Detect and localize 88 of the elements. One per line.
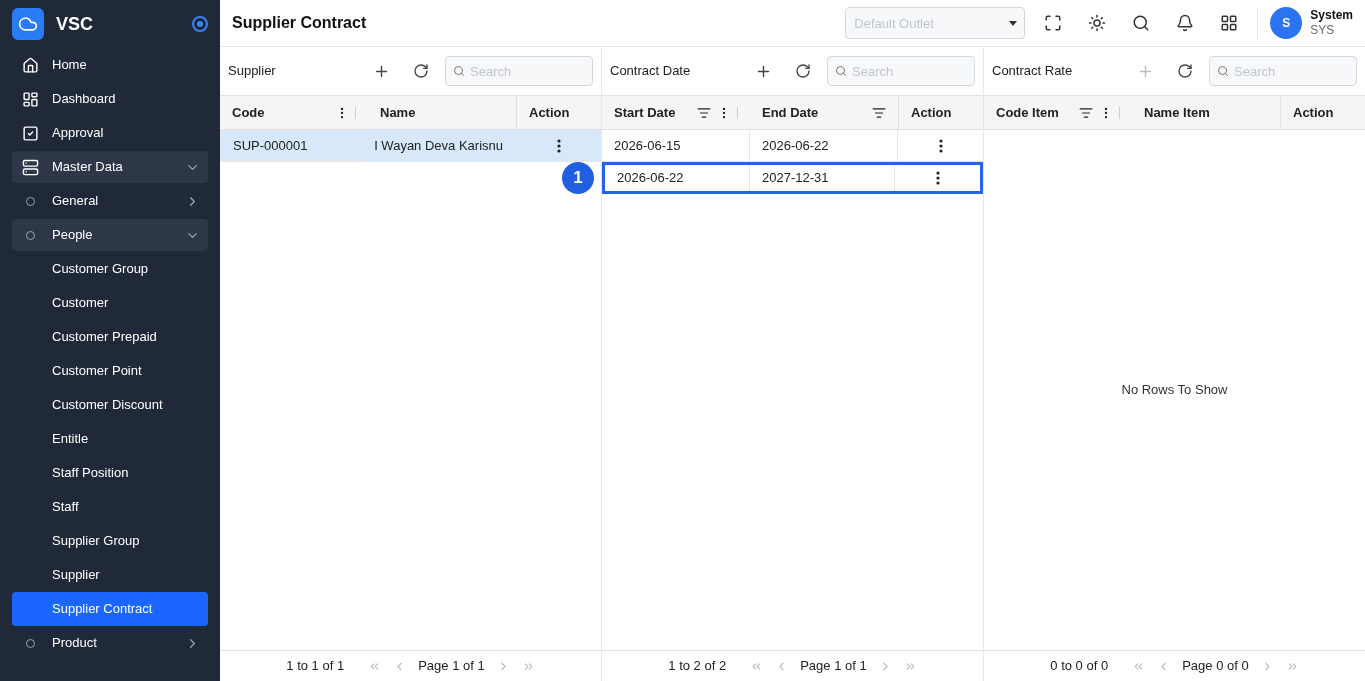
column-header[interactable]: Action: [516, 96, 601, 129]
column-label: Name: [380, 103, 417, 122]
user-name: System: [1310, 8, 1353, 23]
column-header[interactable]: Start Date: [602, 96, 750, 129]
column-label: Name Item: [1144, 103, 1211, 122]
page-indicator: Page 1 of 1: [800, 657, 867, 676]
table-cell: 2026-06-22: [605, 165, 750, 191]
fullscreen-icon: [1044, 14, 1063, 32]
refresh-icon: [795, 63, 811, 79]
table-cell: 2027-12-31: [750, 165, 895, 191]
more-icon: [556, 138, 561, 153]
column-header[interactable]: Action: [898, 96, 983, 129]
page-title: Supplier Contract: [232, 13, 368, 33]
sidebar-item[interactable]: Staff: [12, 490, 208, 524]
refresh-icon: [413, 63, 429, 79]
page-indicator: Page 1 of 1: [418, 657, 485, 676]
column-label: Action: [911, 103, 953, 122]
sidebar-item[interactable]: Customer Prepaid: [12, 320, 208, 354]
sidebar-group[interactable]: Master Data: [12, 151, 208, 183]
column-label: Code Item: [996, 103, 1060, 122]
row-menu-button[interactable]: [938, 138, 943, 153]
empty-message: No Rows To Show: [1121, 381, 1228, 400]
checkbox-icon: [21, 124, 39, 142]
sidebar-item[interactable]: Dashboard: [12, 82, 208, 116]
filter-icon[interactable]: [697, 105, 711, 120]
table-row[interactable]: 2026-06-15 2026-06-22: [602, 130, 983, 162]
sidebar-group[interactable]: General: [12, 185, 208, 217]
sidebar-item[interactable]: Entitle: [12, 422, 208, 456]
sidebar-toggle-icon[interactable]: [192, 16, 208, 32]
table-cell: SUP-000001: [220, 130, 363, 161]
sidebar-item[interactable]: Supplier: [12, 558, 208, 592]
sidebar-item[interactable]: Approval: [12, 116, 208, 150]
sidebar-item[interactable]: Home: [12, 48, 208, 82]
column-header[interactable]: Action: [1280, 96, 1365, 129]
sidebar-item[interactable]: Customer Group: [12, 252, 208, 286]
search-icon: [1132, 14, 1151, 32]
sidebar-group[interactable]: Product: [12, 627, 208, 659]
filter-icon[interactable]: [872, 105, 886, 120]
refresh-icon: [1177, 63, 1193, 79]
panel-title: Supplier: [228, 62, 277, 81]
row-menu-button[interactable]: [556, 138, 561, 153]
column-header[interactable]: Name Item: [1132, 96, 1280, 129]
search-icon: [453, 65, 465, 77]
search-icon: [1217, 65, 1229, 77]
panel-title: Contract Rate: [992, 62, 1074, 81]
row-count: 1 to 2 of 2: [668, 657, 727, 676]
column-label: Code: [232, 103, 266, 122]
server-icon: [21, 158, 39, 176]
table-cell: 2026-06-15: [602, 130, 750, 161]
sidebar-group[interactable]: People: [12, 219, 208, 251]
sidebar-item[interactable]: Customer: [12, 286, 208, 320]
sidebar-item[interactable]: Supplier Contract: [12, 592, 208, 626]
column-label: End Date: [762, 103, 820, 122]
home-icon: [21, 56, 39, 74]
cloud-logo-icon: [12, 8, 44, 40]
bell-icon: [1176, 14, 1195, 32]
dropdown-caret-icon: [1009, 21, 1018, 26]
column-label: Action: [529, 103, 571, 122]
filter-icon[interactable]: [1079, 105, 1093, 120]
sidebar-item[interactable]: Staff Position: [12, 456, 208, 490]
panel-title: Contract Date: [610, 62, 692, 81]
column-label: Action: [1293, 103, 1335, 122]
table-cell: I Wayan Deva Karisnu: [362, 130, 516, 161]
page-indicator: Page 0 of 0: [1182, 657, 1249, 676]
sidebar-item[interactable]: Supplier Group: [12, 524, 208, 558]
row-menu-button[interactable]: [935, 171, 940, 185]
search-icon: [835, 65, 847, 77]
more-icon: [935, 171, 940, 185]
brand-name: VSC: [56, 13, 94, 36]
column-header[interactable]: End Date: [750, 96, 898, 129]
sidebar-item[interactable]: Customer Discount: [12, 388, 208, 422]
row-count: 0 to 0 of 0: [1050, 657, 1109, 676]
table-row[interactable]: 2026-06-22 2027-12-31: [602, 162, 983, 194]
more-icon: [938, 138, 943, 153]
column-header[interactable]: Code Item: [984, 96, 1132, 129]
column-header[interactable]: Code: [220, 96, 368, 129]
user-code: SYS: [1310, 23, 1336, 38]
user-avatar[interactable]: S: [1270, 7, 1303, 39]
sun-icon: [1088, 14, 1107, 32]
table-cell: 2026-06-22: [750, 130, 898, 161]
grid-icon: [1220, 14, 1239, 32]
sidebar-item[interactable]: Customer Point: [12, 354, 208, 388]
column-label: Start Date: [614, 103, 677, 122]
dashboard-icon: [21, 90, 39, 108]
table-row[interactable]: SUP-000001 I Wayan Deva Karisnu: [220, 130, 601, 162]
row-count: 1 to 1 of 1: [286, 657, 345, 676]
annotation-badge: 1: [562, 162, 594, 194]
column-header[interactable]: Name: [368, 96, 516, 129]
